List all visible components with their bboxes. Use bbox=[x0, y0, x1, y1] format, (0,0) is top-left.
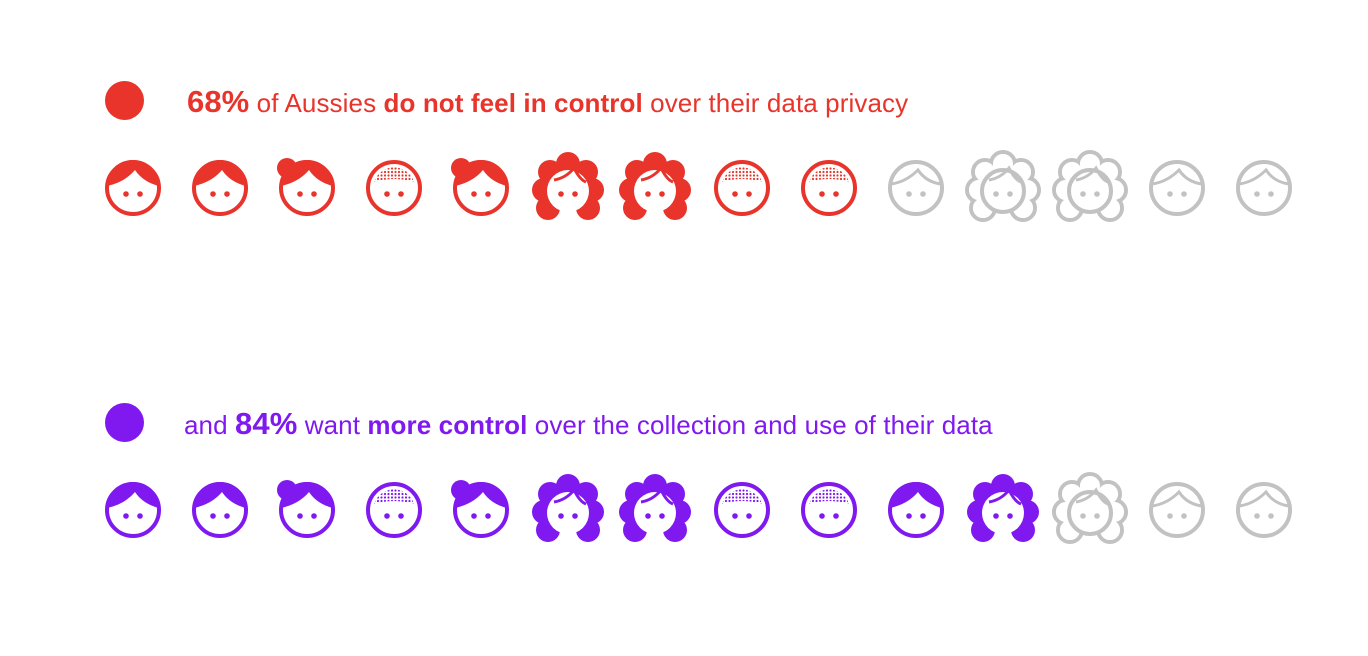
headline-1-middle: of Aussies bbox=[249, 88, 384, 118]
headline-1-percent: 68% bbox=[187, 84, 250, 119]
person-boy-icon bbox=[1149, 160, 1205, 216]
headline-2-suffix: over the collection and use of their dat… bbox=[527, 410, 993, 440]
legend-dot-purple bbox=[105, 403, 144, 442]
person-shaved-icon bbox=[801, 160, 857, 216]
person-curly-icon bbox=[967, 474, 1039, 542]
person-boy-icon bbox=[105, 482, 161, 538]
person-bun-icon bbox=[451, 480, 509, 538]
person-curly-icon bbox=[1052, 150, 1128, 222]
headline-2-percent: 84% bbox=[235, 406, 298, 441]
headline-2-emphasis: more control bbox=[367, 410, 528, 440]
person-boy-icon bbox=[888, 160, 944, 216]
person-boy-icon bbox=[1149, 482, 1205, 538]
person-curly-icon bbox=[1052, 472, 1128, 544]
headline-1-emphasis: do not feel in control bbox=[383, 88, 643, 118]
person-boy-icon bbox=[888, 482, 944, 538]
person-curly-icon bbox=[965, 150, 1041, 222]
headline-1-suffix: over their data privacy bbox=[642, 88, 909, 118]
icon-row-1 bbox=[105, 150, 1292, 222]
person-shaved-icon bbox=[714, 160, 770, 216]
person-shaved-icon bbox=[801, 482, 857, 538]
headline-2: and 84% want more control over the colle… bbox=[184, 402, 993, 446]
person-boy-icon bbox=[1236, 160, 1292, 216]
person-shaved-icon bbox=[366, 160, 422, 216]
person-bun-icon bbox=[277, 158, 335, 216]
person-curly-icon bbox=[532, 474, 604, 542]
person-shaved-icon bbox=[714, 482, 770, 538]
person-curly-icon bbox=[532, 152, 604, 220]
person-boy-icon bbox=[192, 482, 248, 538]
person-bun-icon bbox=[277, 480, 335, 538]
person-boy-icon bbox=[1236, 482, 1292, 538]
headline-2-middle: want bbox=[297, 410, 368, 440]
icon-row-2 bbox=[105, 472, 1292, 544]
person-shaved-icon bbox=[366, 482, 422, 538]
headline-2-prefix: and bbox=[184, 410, 236, 440]
person-boy-icon bbox=[105, 160, 161, 216]
legend-dot-red bbox=[105, 81, 144, 120]
person-bun-icon bbox=[451, 158, 509, 216]
person-boy-icon bbox=[192, 160, 248, 216]
person-curly-icon bbox=[619, 474, 691, 542]
person-curly-icon bbox=[619, 152, 691, 220]
headline-1: 68% of Aussies do not feel in control ov… bbox=[187, 80, 908, 124]
